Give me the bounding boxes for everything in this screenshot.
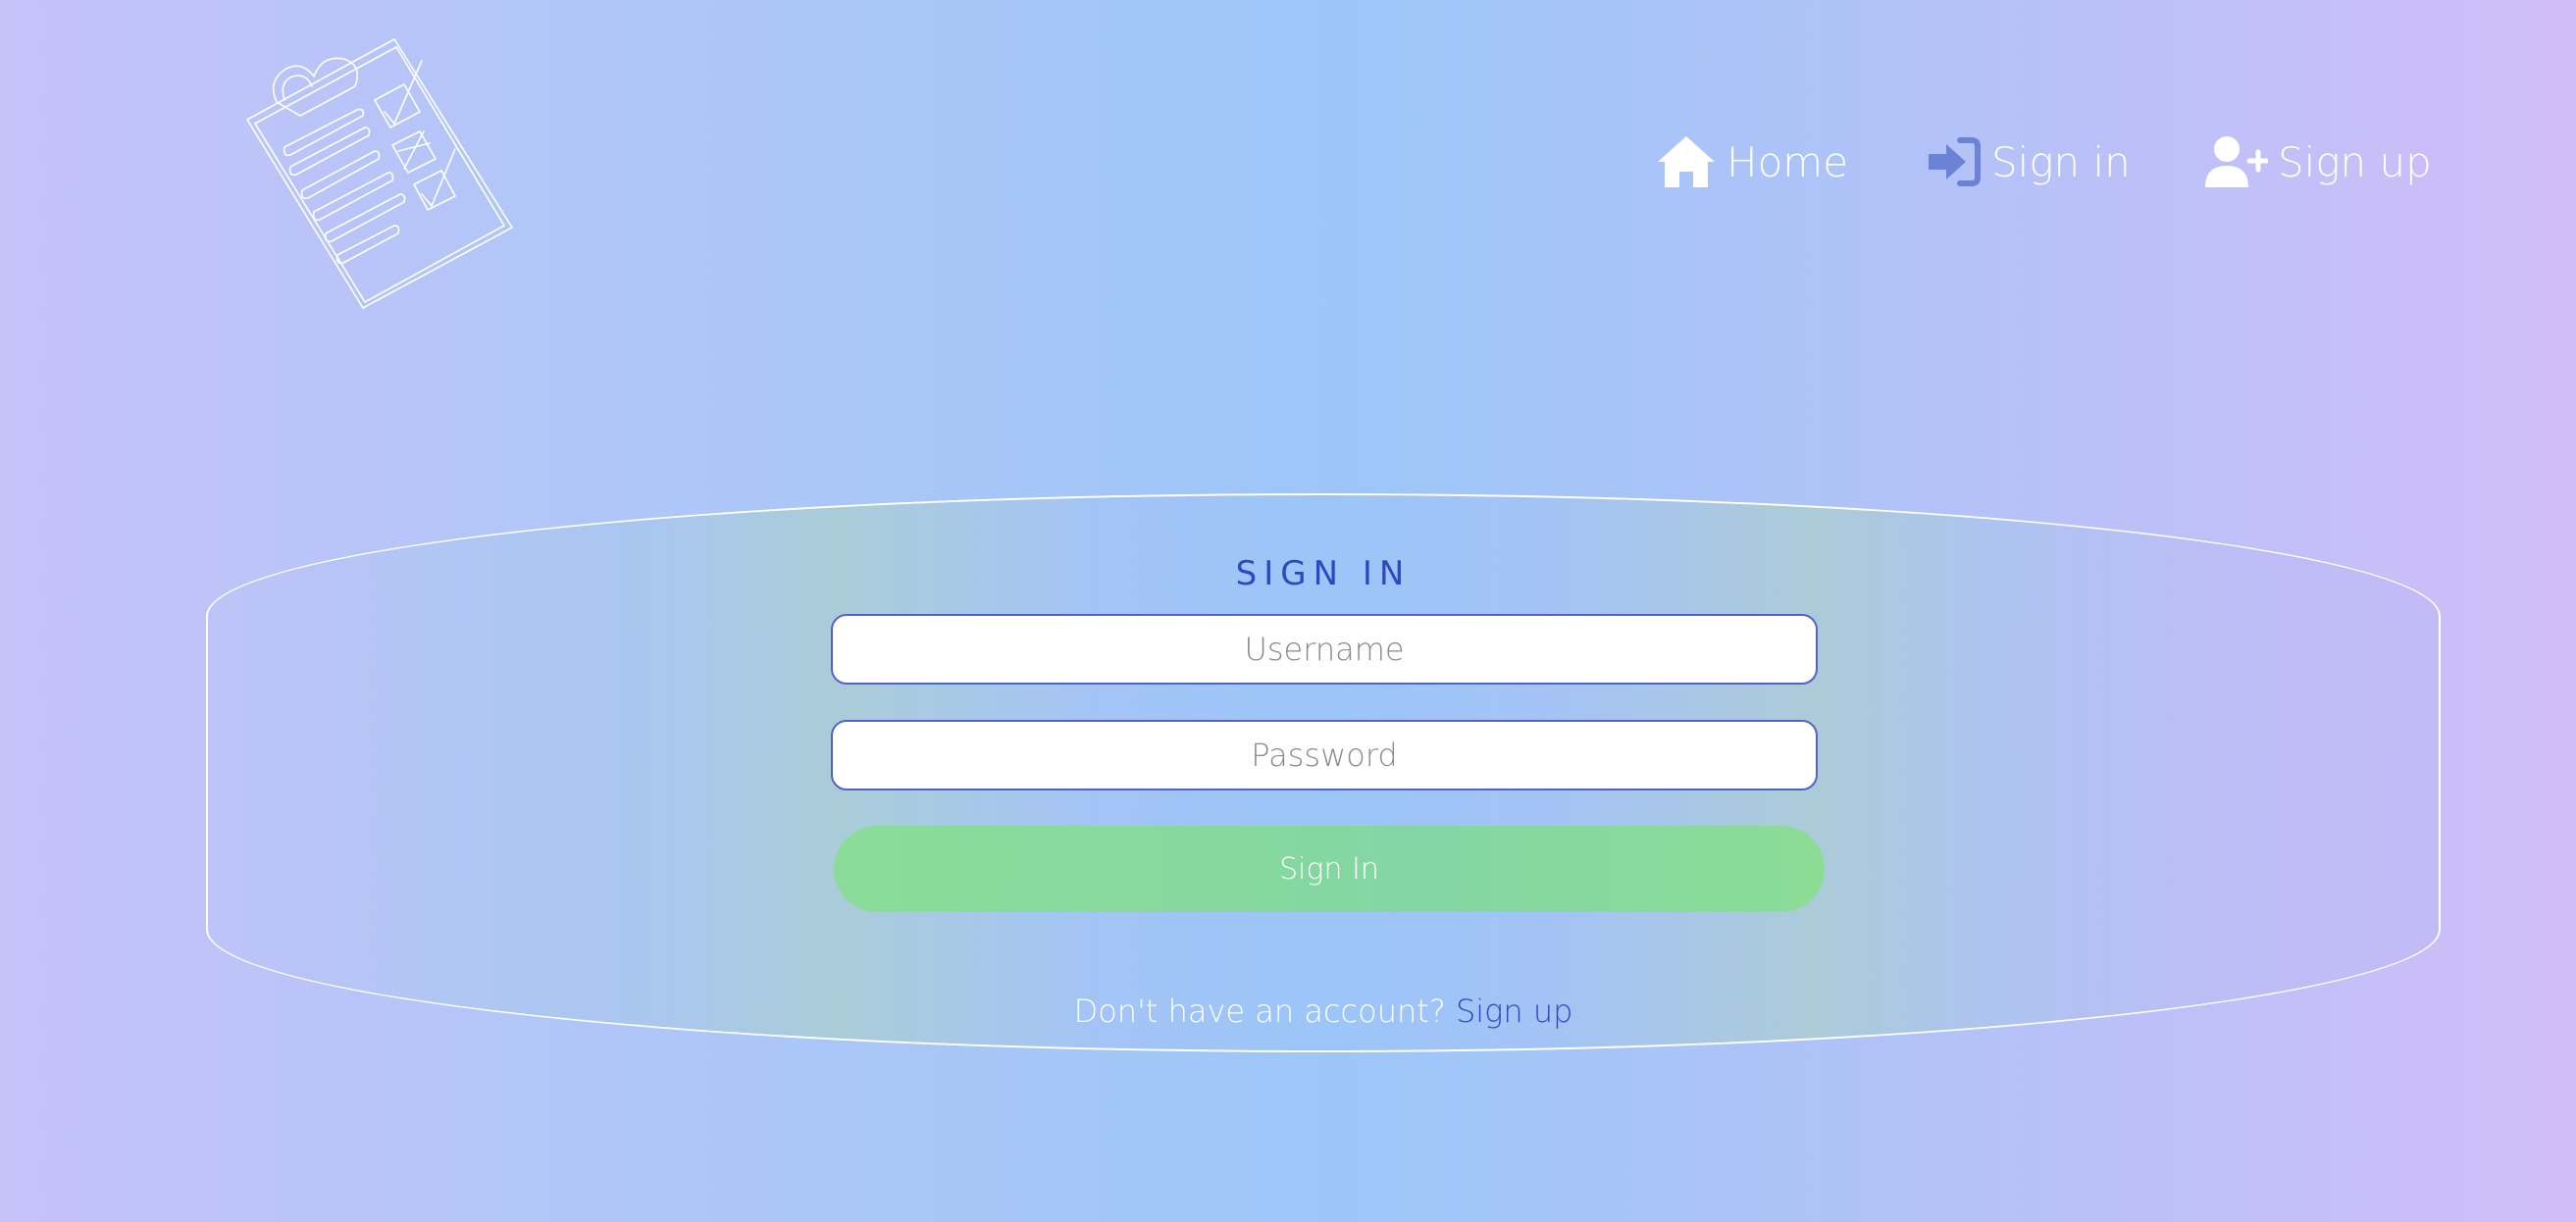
signup-prompt: Don't have an account? Sign up xyxy=(0,993,2576,1030)
nav-signin-label: Sign in xyxy=(1991,137,2131,186)
nav-home-label: Home xyxy=(1726,137,1849,186)
user-plus-icon xyxy=(2203,134,2268,189)
home-icon xyxy=(1656,134,1717,189)
username-input[interactable] xyxy=(831,614,1818,685)
nav-signin-link[interactable]: Sign in xyxy=(1927,127,2131,196)
clipboard-checklist-icon xyxy=(246,38,513,309)
nav-signup-link[interactable]: Sign up xyxy=(2203,127,2432,196)
password-input[interactable] xyxy=(831,720,1818,790)
sign-in-button[interactable]: Sign In xyxy=(834,826,1825,912)
nav-home-link[interactable]: Home xyxy=(1656,127,1848,196)
nav-signup-label: Sign up xyxy=(2278,137,2432,186)
signup-prompt-text: Don't have an account? xyxy=(1073,993,1446,1030)
form-title: SIGN IN xyxy=(1235,554,1412,593)
sign-in-icon xyxy=(1927,136,1982,187)
signup-link[interactable]: Sign up xyxy=(1456,993,1572,1030)
